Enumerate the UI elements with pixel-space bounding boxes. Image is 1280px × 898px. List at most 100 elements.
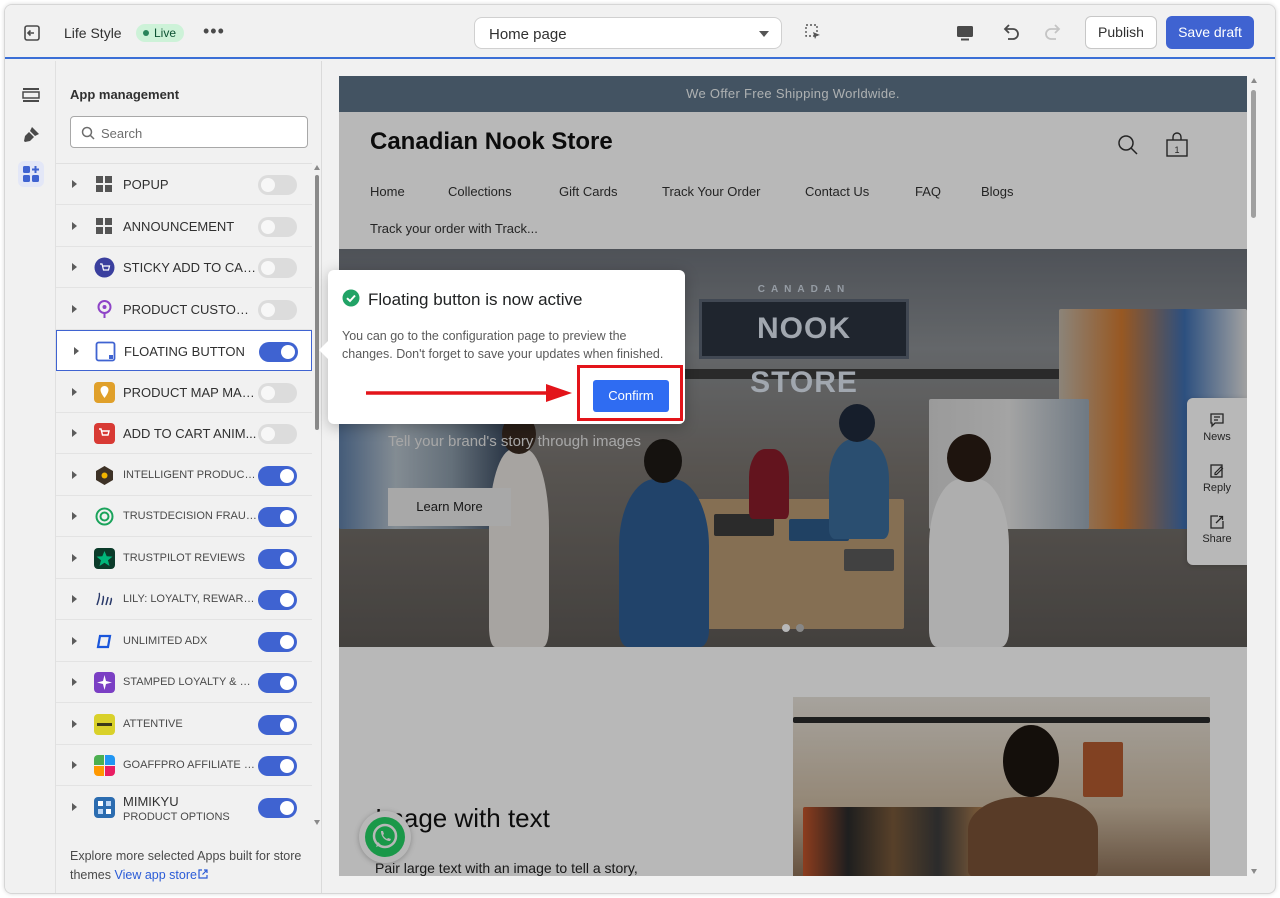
attentive-icon xyxy=(94,713,115,735)
chevron-right-icon[interactable] xyxy=(72,512,77,520)
app-label: GOAFFPRO AFFILIATE MA... xyxy=(123,759,257,771)
view-app-store-label: View app store xyxy=(114,868,197,882)
chevron-right-icon[interactable] xyxy=(72,678,77,686)
desktop-view-icon[interactable] xyxy=(955,23,975,43)
chevron-right-icon[interactable] xyxy=(72,802,77,811)
page-selector[interactable]: Home page xyxy=(474,17,782,49)
app-row-trustpilot[interactable]: TRUSTPILOT REVIEWS xyxy=(56,538,312,579)
chevron-down-icon xyxy=(759,31,769,37)
chevron-right-icon[interactable] xyxy=(72,553,77,562)
scroll-up-icon[interactable] xyxy=(1251,78,1257,83)
scroll-up-icon[interactable] xyxy=(314,165,320,170)
app-row-announcement[interactable]: ANNOUNCEMENT xyxy=(56,206,312,247)
chevron-right-icon[interactable] xyxy=(72,636,77,645)
app-label: INTELLIGENT PRODUCT R... xyxy=(123,468,257,481)
publish-button[interactable]: Publish xyxy=(1085,16,1157,49)
cart-animation-icon xyxy=(94,423,115,444)
theme-settings-brush-icon[interactable] xyxy=(18,122,44,148)
search-input[interactable] xyxy=(101,123,301,143)
sidebar-scrollbar[interactable] xyxy=(314,163,320,827)
app-row-attentive[interactable]: ATTENTIVE xyxy=(56,704,312,745)
app-label: ANNOUNCEMENT xyxy=(123,218,235,234)
app-row-product-customizer[interactable]: PRODUCT CUSTOMIZ... xyxy=(56,289,312,330)
app-label: TRUSTDECISION FRAUD P... xyxy=(123,510,257,522)
app-toggle[interactable] xyxy=(258,673,297,693)
app-row-add-to-cart-animation[interactable]: ADD TO CART ANIM... xyxy=(56,413,312,454)
grid-icon xyxy=(96,217,112,234)
app-label: STICKY ADD TO CAR... xyxy=(123,260,257,275)
app-toggle[interactable] xyxy=(258,175,297,195)
app-label: LILY: LOYALTY, REWARDS, ... xyxy=(123,593,257,605)
app-toggle[interactable] xyxy=(258,465,297,486)
adx-icon xyxy=(96,634,112,648)
preview-dim-overlay xyxy=(339,76,1247,876)
app-toggle[interactable] xyxy=(259,342,298,362)
app-row-sticky-add-to-cart[interactable]: STICKY ADD TO CAR... xyxy=(56,247,312,288)
app-toggle[interactable] xyxy=(258,424,297,444)
undo-icon[interactable] xyxy=(1000,21,1022,43)
grid-icon xyxy=(96,176,112,192)
app-row-trustdecision[interactable]: TRUSTDECISION FRAUD P... xyxy=(56,496,312,537)
app-label: PRODUCT CUSTOMIZ... xyxy=(123,301,257,317)
sections-icon[interactable] xyxy=(18,82,44,108)
confirm-button[interactable]: Confirm xyxy=(593,380,669,412)
scrollbar-thumb[interactable] xyxy=(315,175,319,430)
app-toggle[interactable] xyxy=(258,756,297,776)
app-toggle[interactable] xyxy=(258,507,297,527)
preview-scrollbar-thumb[interactable] xyxy=(1251,90,1256,218)
annotation-arrow-icon xyxy=(366,384,572,402)
external-link-icon xyxy=(198,869,208,879)
app-toggle[interactable] xyxy=(258,258,297,278)
chevron-right-icon[interactable] xyxy=(72,180,77,188)
chevron-right-icon[interactable] xyxy=(72,595,77,603)
chevron-right-icon[interactable] xyxy=(72,304,77,313)
trustdecision-icon xyxy=(95,507,114,526)
app-embeds-icon[interactable] xyxy=(18,161,44,187)
chevron-right-icon[interactable] xyxy=(72,761,77,769)
app-toggle[interactable] xyxy=(258,299,297,320)
app-row-lily[interactable]: LILY: LOYALTY, REWARDS, ... xyxy=(56,579,312,620)
more-actions-button[interactable]: ••• xyxy=(203,21,225,42)
chevron-right-icon[interactable] xyxy=(72,429,77,437)
scroll-down-icon[interactable] xyxy=(1251,869,1257,874)
preview-scrollbar[interactable] xyxy=(1250,76,1258,876)
app-label: TRUSTPILOT REVIEWS xyxy=(123,551,246,564)
app-toggle[interactable] xyxy=(258,714,297,735)
store-name: Life Style xyxy=(64,25,122,41)
chevron-right-icon[interactable] xyxy=(72,470,77,479)
page-selector-value: Home page xyxy=(489,26,567,43)
redo-icon[interactable] xyxy=(1042,21,1064,43)
app-label: POPUP xyxy=(123,177,169,192)
app-row-intelligent-product[interactable]: INTELLIGENT PRODUCT R... xyxy=(56,455,312,496)
scroll-down-icon[interactable] xyxy=(314,820,320,825)
app-toggle[interactable] xyxy=(258,631,297,652)
app-toggle[interactable] xyxy=(258,382,297,403)
app-row-popup[interactable]: POPUP xyxy=(56,164,312,205)
search-field[interactable] xyxy=(70,116,308,148)
app-toggle[interactable] xyxy=(258,797,297,818)
chevron-right-icon[interactable] xyxy=(72,221,77,230)
popover-title: Floating button is now active xyxy=(368,290,583,309)
app-row-unlimited-adx[interactable]: UNLIMITED ADX xyxy=(56,621,312,662)
app-row-stamped[interactable]: STAMPED LOYALTY & REF... xyxy=(56,662,312,703)
chevron-right-icon[interactable] xyxy=(72,387,77,396)
app-row-product-map-marker[interactable]: PRODUCT MAP MAR... xyxy=(56,372,312,413)
app-row-goaffpro[interactable]: GOAFFPRO AFFILIATE MA... xyxy=(56,745,312,786)
view-app-store-link[interactable]: View app store xyxy=(114,868,208,882)
app-label: FLOATING BUTTON xyxy=(124,344,245,359)
app-toggle[interactable] xyxy=(258,216,297,237)
save-draft-button[interactable]: Save draft xyxy=(1166,16,1254,49)
app-list: POPUP ANNOUNCEMENT STICKY ADD TO CAR... xyxy=(56,163,312,827)
app-toggle[interactable] xyxy=(258,548,297,569)
chevron-right-icon[interactable] xyxy=(74,347,79,355)
inspect-select-icon[interactable] xyxy=(804,23,822,41)
exit-icon[interactable] xyxy=(21,22,43,44)
app-row-mimikyu[interactable]: MIMIKYU PRODUCT OPTIONS xyxy=(56,787,312,827)
app-row-floating-button[interactable]: FLOATING BUTTON xyxy=(56,330,312,371)
sidebar-title: App management xyxy=(70,87,180,102)
app-label: MIMIKYU xyxy=(123,793,179,809)
chevron-right-icon[interactable] xyxy=(72,263,77,271)
chevron-right-icon[interactable] xyxy=(72,719,77,728)
app-toggle[interactable] xyxy=(258,590,297,610)
explore-apps-text: Explore more selected Apps built for sto… xyxy=(70,847,310,885)
